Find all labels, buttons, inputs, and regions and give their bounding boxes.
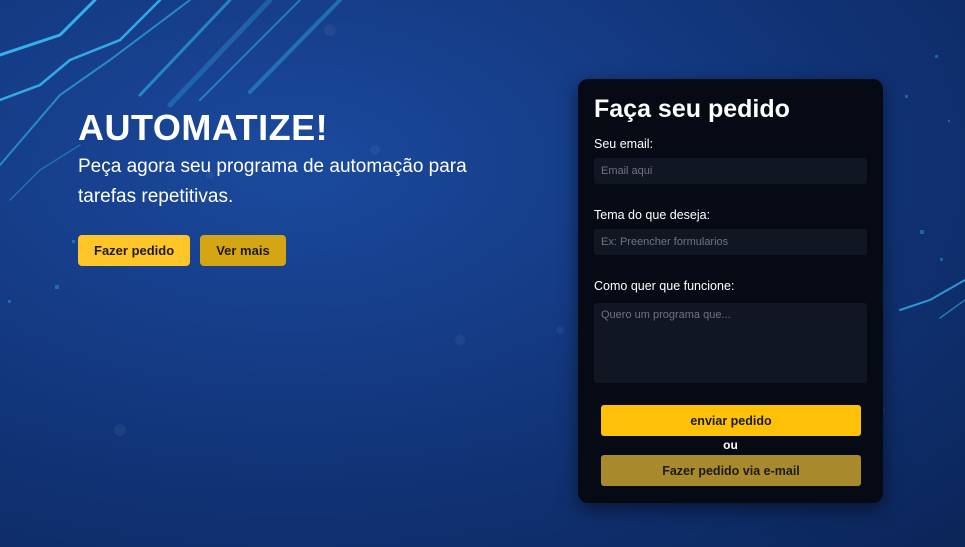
- email-label: Seu email:: [594, 137, 654, 151]
- make-order-button[interactable]: Fazer pedido: [78, 235, 191, 266]
- email-field[interactable]: [594, 158, 867, 184]
- details-textarea[interactable]: [594, 303, 867, 383]
- send-order-button[interactable]: enviar pedido: [601, 405, 861, 436]
- form-spacer: [594, 184, 867, 198]
- order-form-card: Faça seu pedido Seu email: Tema do que d…: [578, 79, 883, 503]
- or-separator: ou: [723, 438, 738, 452]
- form-spacer: [594, 255, 867, 269]
- hero-subtitle: Peça agora seu programa de automação par…: [78, 156, 467, 207]
- see-more-button[interactable]: Ver mais: [200, 235, 286, 266]
- order-form-actions: enviar pedido ou Fazer pedido via e-mail: [594, 405, 867, 486]
- hero-title: AUTOMATIZE!: [78, 107, 329, 148]
- hero-section: AUTOMATIZE! Peça agora seu programa de a…: [78, 108, 498, 266]
- hero-buttons: Fazer pedido Ver mais: [78, 235, 498, 266]
- order-form-title: Faça seu pedido: [594, 95, 790, 123]
- details-label: Como quer que funcione:: [594, 279, 735, 293]
- email-order-button[interactable]: Fazer pedido via e-mail: [601, 455, 861, 486]
- landing-page: AUTOMATIZE! Peça agora seu programa de a…: [0, 0, 965, 547]
- topic-field[interactable]: [594, 229, 867, 255]
- topic-label: Tema do que deseja:: [594, 208, 711, 222]
